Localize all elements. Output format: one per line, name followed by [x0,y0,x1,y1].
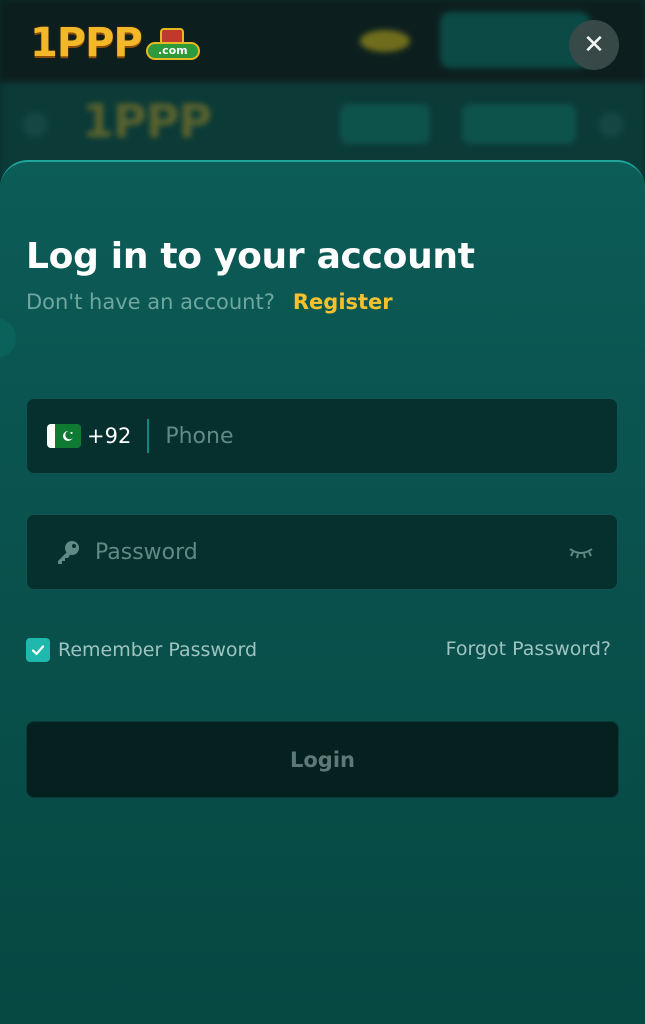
eye-closed-icon[interactable] [567,542,595,562]
background-logo: 1PPP [82,94,212,148]
background-banner [440,12,590,68]
forgot-password-link[interactable]: Forgot Password? [446,638,611,660]
register-link[interactable]: Register [293,290,393,314]
pakistan-flag-icon [47,424,81,448]
background-menu-dot [22,112,48,138]
brand-logo: 1PPP .com [30,18,200,68]
password-input[interactable] [95,515,567,589]
background-settings-dot [598,112,624,138]
field-divider [147,419,150,453]
login-button-label: Login [290,747,355,772]
country-code: +92 [87,424,132,448]
phone-input[interactable] [165,399,617,473]
close-button[interactable]: ✕ [569,20,619,70]
logo-badge: .com [145,28,200,62]
check-icon [31,645,45,656]
page-title: Log in to your account [26,236,475,277]
close-icon: ✕ [583,30,605,60]
logo-text: 1PPP [30,20,143,66]
remember-label: Remember Password [58,639,258,661]
phone-field: +92 [26,398,618,474]
background-register-pill [462,104,576,144]
register-prompt: Don't have an account? Register [26,290,393,314]
background-login-pill [340,104,430,144]
key-icon [53,537,83,567]
login-button[interactable]: Login [26,721,619,798]
background-coin [360,30,410,52]
remember-checkbox[interactable] [26,638,50,662]
country-code-selector[interactable]: +92 [47,399,131,473]
password-field [26,514,618,590]
remember-password-toggle[interactable]: Remember Password [26,638,257,662]
logo-suffix: .com [145,42,200,60]
register-prompt-text: Don't have an account? [26,290,275,314]
